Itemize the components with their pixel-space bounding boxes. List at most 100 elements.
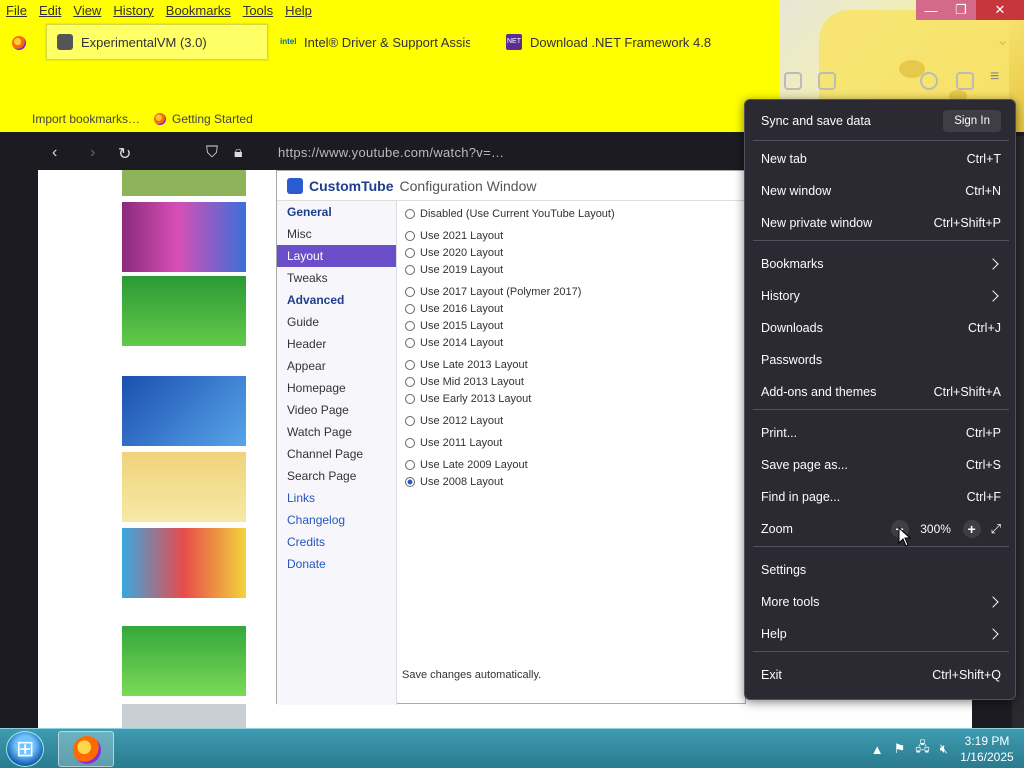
layout-option[interactable]: Use 2019 Layout: [405, 261, 745, 278]
menu-item-exit[interactable]: Exit Ctrl+Shift+Q: [753, 660, 1009, 690]
layout-option[interactable]: Use 2021 Layout: [405, 227, 745, 244]
maximize-button[interactable]: ❐: [946, 0, 976, 20]
radio-button[interactable]: [405, 393, 415, 404]
zoom-in-button[interactable]: +: [962, 520, 981, 538]
radio-button[interactable]: [405, 459, 415, 470]
start-button[interactable]: [6, 731, 44, 767]
radio-button[interactable]: [405, 376, 415, 387]
customtube-nav-item[interactable]: Guide: [277, 311, 396, 333]
clock[interactable]: 3:19 PM 1/16/2025: [958, 733, 1016, 765]
layout-option[interactable]: Use Late 2009 Layout: [405, 456, 745, 473]
customtube-nav-item[interactable]: Video Page: [277, 399, 396, 421]
layout-option[interactable]: Use 2014 Layout: [405, 334, 745, 351]
menu-item-downloads[interactable]: Downloads Ctrl+J: [753, 313, 1009, 343]
menu-view[interactable]: View: [67, 0, 107, 22]
menu-file[interactable]: File: [0, 0, 33, 22]
pocket-icon[interactable]: [818, 72, 836, 90]
video-thumbnail[interactable]: [122, 202, 246, 272]
layout-option[interactable]: Disabled (Use Current YouTube Layout): [405, 205, 745, 222]
layout-option[interactable]: Use Early 2013 Layout: [405, 390, 745, 407]
minimize-button[interactable]: —: [916, 0, 946, 20]
radio-button[interactable]: [405, 476, 415, 487]
menu-bookmarks[interactable]: Bookmarks: [160, 0, 237, 22]
tab-dotnet[interactable]: NET Download .NET Framework 4.8: [496, 24, 736, 60]
radio-button[interactable]: [405, 208, 415, 219]
menu-item-new-private-window[interactable]: New private window Ctrl+Shift+P: [753, 208, 1009, 238]
menu-item-print[interactable]: Print... Ctrl+P: [753, 418, 1009, 448]
layout-option[interactable]: Use 2020 Layout: [405, 244, 745, 261]
customtube-nav-item[interactable]: Tweaks: [277, 267, 396, 289]
tab-experimentalvm[interactable]: ExperimentalVM (3.0): [46, 24, 268, 60]
menu-item-help[interactable]: Help: [753, 619, 1009, 649]
customtube-nav-item[interactable]: Appear: [277, 355, 396, 377]
video-thumbnail[interactable]: [122, 704, 246, 728]
radio-button[interactable]: [405, 437, 415, 448]
customtube-nav-item[interactable]: Links: [277, 487, 396, 509]
customtube-nav-item[interactable]: Credits: [277, 531, 396, 553]
forward-icon[interactable]: ›: [90, 144, 95, 162]
radio-button[interactable]: [405, 359, 415, 370]
puzzle-icon[interactable]: [956, 72, 974, 90]
menu-help[interactable]: Help: [279, 0, 318, 22]
radio-button[interactable]: [405, 337, 415, 348]
customtube-nav-item[interactable]: Donate: [277, 553, 396, 575]
tab-intel[interactable]: intel Intel® Driver & Support Assis…: [270, 24, 470, 60]
radio-button[interactable]: [405, 230, 415, 241]
customtube-nav-item[interactable]: Channel Page: [277, 443, 396, 465]
menu-item-add-ons-and-themes[interactable]: Add-ons and themes Ctrl+Shift+A: [753, 377, 1009, 407]
layout-option[interactable]: Use Mid 2013 Layout: [405, 373, 745, 390]
radio-button[interactable]: [405, 303, 415, 314]
show-hidden-icons-icon[interactable]: ▲: [871, 742, 884, 757]
firefox-view-icon[interactable]: [12, 36, 26, 50]
customtube-nav-item[interactable]: Homepage: [277, 377, 396, 399]
back-icon[interactable]: ‹: [52, 144, 57, 162]
menu-item-settings[interactable]: Settings: [753, 555, 1009, 585]
video-thumbnail[interactable]: [122, 626, 246, 696]
layout-option[interactable]: Use 2008 Layout: [405, 473, 745, 490]
video-thumbnail[interactable]: [122, 170, 246, 196]
reload-icon[interactable]: ↻: [118, 144, 131, 164]
menu-item-more-tools[interactable]: More tools: [753, 587, 1009, 617]
customtube-nav-item[interactable]: Search Page: [277, 465, 396, 487]
menu-item-passwords[interactable]: Passwords: [753, 345, 1009, 375]
radio-button[interactable]: [405, 320, 415, 331]
layout-option[interactable]: Use 2012 Layout: [405, 412, 745, 429]
chevron-down-icon[interactable]: ⌄: [996, 30, 1012, 50]
menu-item-new-tab[interactable]: New tab Ctrl+T: [753, 144, 1009, 174]
hamburger-menu-icon[interactable]: ≡: [990, 68, 1008, 86]
layout-option[interactable]: Use 2015 Layout: [405, 317, 745, 334]
menu-item-new-window[interactable]: New window Ctrl+N: [753, 176, 1009, 206]
customtube-nav-item[interactable]: Misc: [277, 223, 396, 245]
customtube-nav-item[interactable]: Watch Page: [277, 421, 396, 443]
menu-item-history[interactable]: History: [753, 281, 1009, 311]
shield-icon[interactable]: [920, 72, 938, 90]
menu-edit[interactable]: Edit: [33, 0, 67, 22]
volume-muted-icon[interactable]: 🔇︎: [940, 741, 948, 757]
sign-in-button[interactable]: Sign In: [943, 110, 1001, 132]
taskbar-firefox[interactable]: [58, 731, 114, 767]
video-thumbnail[interactable]: [122, 276, 246, 346]
vm-url[interactable]: https://www.youtube.com/watch?v=…: [278, 145, 504, 160]
close-button[interactable]: ✕: [976, 0, 1024, 20]
radio-button[interactable]: [405, 415, 415, 426]
customtube-nav-item[interactable]: Layout: [277, 245, 396, 267]
radio-button[interactable]: [405, 286, 415, 297]
network-icon[interactable]: 🖧︎: [915, 738, 930, 760]
action-center-flag-icon[interactable]: ⚑: [894, 741, 906, 757]
menu-history[interactable]: History: [107, 0, 159, 22]
customtube-nav-item[interactable]: Header: [277, 333, 396, 355]
menu-item-bookmarks[interactable]: Bookmarks: [753, 249, 1009, 279]
layout-option[interactable]: Use 2011 Layout: [405, 434, 745, 451]
menu-item-save-page-as[interactable]: Save page as... Ctrl+S: [753, 450, 1009, 480]
customtube-nav-item[interactable]: Changelog: [277, 509, 396, 531]
layout-option[interactable]: Use 2017 Layout (Polymer 2017): [405, 283, 745, 300]
radio-button[interactable]: [405, 247, 415, 258]
zoom-reset-button[interactable]: 300%: [919, 522, 953, 536]
menu-tools[interactable]: Tools: [237, 0, 279, 22]
layout-option[interactable]: Use 2016 Layout: [405, 300, 745, 317]
menu-item-find-in-page[interactable]: Find in page... Ctrl+F: [753, 482, 1009, 512]
layout-option[interactable]: Use Late 2013 Layout: [405, 356, 745, 373]
fullscreen-icon[interactable]: ⤢: [991, 521, 1001, 537]
video-thumbnail[interactable]: [122, 376, 246, 446]
bookmark-getting-started[interactable]: Getting Started: [154, 112, 253, 126]
